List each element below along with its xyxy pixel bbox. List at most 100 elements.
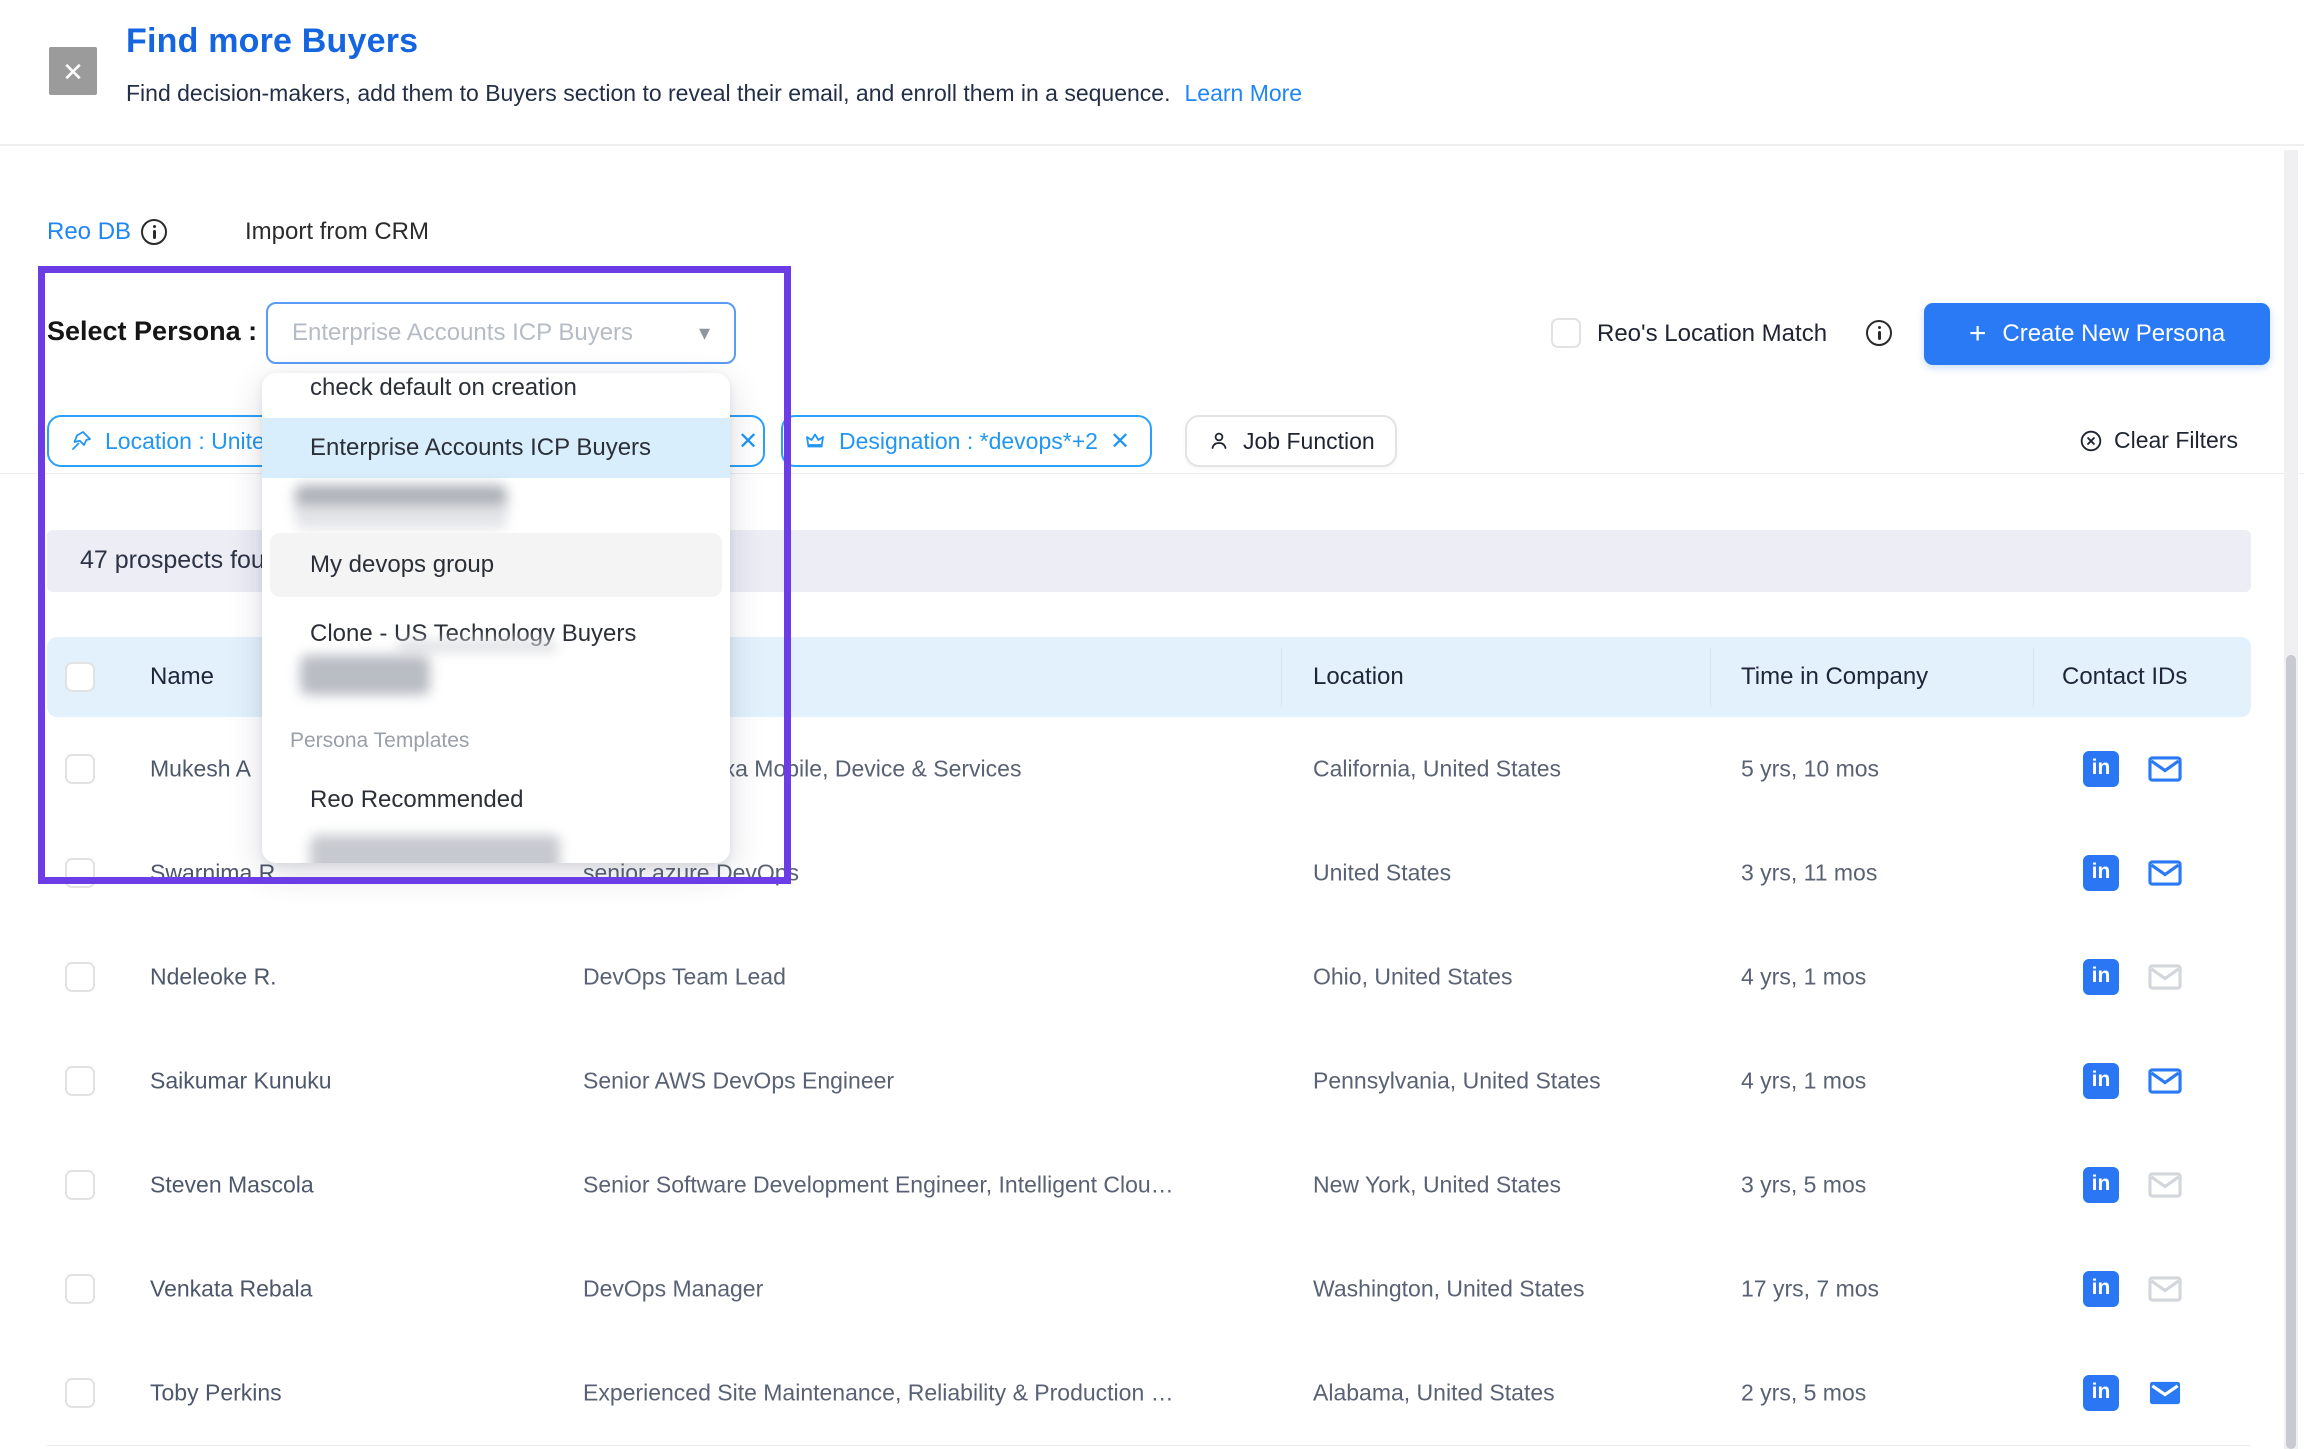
prospect-name: Venkata Rebala (150, 1276, 312, 1303)
redacted-dropdown-item (310, 835, 560, 863)
filter-chip-designation-label: Designation : *devops*+2 (839, 428, 1098, 455)
find-more-buyers-modal: ✕ Find more Buyers Find decision-makers,… (0, 0, 2304, 1449)
table-row: Saikumar Kunuku Senior AWS DevOps Engine… (47, 1029, 2251, 1134)
row-checkbox[interactable] (65, 1066, 95, 1096)
dropdown-item[interactable]: check default on creation (262, 373, 730, 417)
column-divider (1710, 647, 1711, 707)
prospect-designation: Experienced Site Maintenance, Reliabilit… (583, 1380, 1174, 1407)
table-row: Steven Mascola Senior Software Developme… (47, 1133, 2251, 1238)
prospect-name: Saikumar Kunuku (150, 1068, 332, 1095)
dropdown-item-selected[interactable]: Enterprise Accounts ICP Buyers (262, 418, 730, 478)
dropdown-item[interactable]: My devops group (270, 533, 722, 597)
prospect-time-in-company: 3 yrs, 11 mos (1741, 860, 1877, 887)
scrollbar-thumb[interactable] (2286, 655, 2296, 1449)
column-header-name: Name (150, 663, 214, 691)
plus-icon: + (1969, 319, 1987, 349)
clear-filters-label: Clear Filters (2114, 427, 2238, 454)
remove-filter-icon[interactable]: ✕ (1110, 427, 1130, 456)
filter-chip-designation[interactable]: Designation : *devops*+2 ✕ (781, 415, 1152, 467)
learn-more-link[interactable]: Learn More (1184, 80, 1302, 106)
create-new-persona-button[interactable]: + Create New Persona (1924, 303, 2270, 365)
subtitle-text: Find decision-makers, add them to Buyers… (126, 80, 1170, 106)
info-icon[interactable] (141, 219, 167, 245)
tab-import-from-crm[interactable]: Import from CRM (245, 218, 429, 246)
column-header-time-in-company: Time in Company (1741, 663, 1928, 691)
prospect-time-in-company: 3 yrs, 5 mos (1741, 1172, 1866, 1199)
prospect-designation: Senior Software Development Engineer, In… (583, 1172, 1174, 1199)
prospect-time-in-company: 4 yrs, 1 mos (1741, 1068, 1866, 1095)
prospect-location: California, United States (1313, 756, 1561, 783)
location-match-checkbox[interactable] (1551, 318, 1581, 348)
email-icon-disabled (2146, 1270, 2184, 1308)
prospect-name: Mukesh A (150, 756, 251, 783)
prospect-designation: DevOps Manager (583, 1276, 763, 1303)
linkedin-icon[interactable]: in (2083, 1375, 2119, 1411)
prospect-name: Toby Perkins (150, 1380, 282, 1407)
linkedin-icon[interactable]: in (2083, 1063, 2119, 1099)
column-divider (2033, 647, 2034, 707)
close-button[interactable]: ✕ (49, 47, 97, 95)
linkedin-icon[interactable]: in (2083, 1167, 2119, 1203)
email-icon[interactable] (2146, 750, 2184, 788)
table-row: Venkata Rebala DevOps Manager Washington… (47, 1237, 2251, 1342)
email-icon[interactable] (2146, 1062, 2184, 1100)
prospect-location: Pennsylvania, United States (1313, 1068, 1601, 1095)
prospect-name: Ndeleoke R. (150, 964, 277, 991)
dropdown-section-label: Persona Templates (290, 721, 469, 761)
prospect-time-in-company: 4 yrs, 1 mos (1741, 964, 1866, 991)
redacted-dropdown-item (295, 485, 507, 529)
page-subtitle: Find decision-makers, add them to Buyers… (126, 80, 1302, 107)
chevron-down-icon: ▾ (699, 320, 710, 346)
linkedin-icon[interactable]: in (2083, 751, 2119, 787)
prospect-designation: senior azure DevOps (583, 860, 799, 887)
redacted-dropdown-item (397, 641, 557, 651)
clear-filters-button[interactable]: Clear Filters (2078, 427, 2238, 454)
linkedin-icon[interactable]: in (2083, 855, 2119, 891)
prospect-time-in-company: 2 yrs, 5 mos (1741, 1380, 1866, 1407)
row-checkbox[interactable] (65, 962, 95, 992)
persona-select-value: Enterprise Accounts ICP Buyers (292, 319, 699, 347)
row-checkbox[interactable] (65, 1378, 95, 1408)
row-checkbox[interactable] (65, 754, 95, 784)
filter-chip-job-function-label: Job Function (1243, 428, 1375, 455)
redacted-dropdown-item (300, 655, 430, 695)
tab-import-label: Import from CRM (245, 218, 429, 246)
persona-select[interactable]: Enterprise Accounts ICP Buyers ▾ (266, 302, 736, 364)
modal-header: ✕ Find more Buyers Find decision-makers,… (0, 0, 2304, 146)
prospect-time-in-company: 17 yrs, 7 mos (1741, 1276, 1879, 1303)
crown-icon (803, 429, 827, 453)
prospect-time-in-company: 5 yrs, 10 mos (1741, 756, 1879, 783)
linkedin-icon[interactable]: in (2083, 959, 2119, 995)
create-new-persona-label: Create New Persona (2002, 320, 2225, 348)
prospect-designation: DevOps Team Lead (583, 964, 786, 991)
info-icon[interactable] (1866, 320, 1892, 346)
prospect-location: Alabama, United States (1313, 1380, 1555, 1407)
remove-filter-icon[interactable]: ✕ (738, 427, 758, 456)
row-checkbox[interactable] (65, 1170, 95, 1200)
prospect-location: Ohio, United States (1313, 964, 1512, 991)
column-divider (1281, 647, 1282, 707)
results-count: 47 prospects found (80, 546, 293, 575)
page-title: Find more Buyers (126, 22, 418, 61)
pin-icon (69, 429, 93, 453)
filter-chip-job-function[interactable]: Job Function (1185, 415, 1397, 467)
row-checkbox[interactable] (65, 858, 95, 888)
linkedin-icon[interactable]: in (2083, 1271, 2119, 1307)
prospect-location: New York, United States (1313, 1172, 1561, 1199)
prospect-name: Swarnima R. (150, 860, 282, 887)
prospect-designation: Senior AWS DevOps Engineer (583, 1068, 894, 1095)
tab-reo-db[interactable]: Reo DB (47, 218, 167, 246)
select-all-checkbox[interactable] (65, 662, 95, 692)
tab-reo-db-label: Reo DB (47, 218, 131, 246)
email-icon[interactable] (2146, 1374, 2184, 1412)
email-icon-disabled (2146, 1166, 2184, 1204)
table-row: Toby Perkins Experienced Site Maintenanc… (47, 1341, 2251, 1446)
email-icon[interactable] (2146, 854, 2184, 892)
location-match-label: Reo's Location Match (1597, 320, 1827, 348)
persona-dropdown-menu: check default on creation Enterprise Acc… (262, 373, 730, 863)
table-row: Ndeleoke R. DevOps Team Lead Ohio, Unite… (47, 925, 2251, 1030)
row-checkbox[interactable] (65, 1274, 95, 1304)
dropdown-item[interactable]: Reo Recommended (262, 771, 730, 829)
column-header-location: Location (1313, 663, 1404, 691)
prospect-location: Washington, United States (1313, 1276, 1584, 1303)
